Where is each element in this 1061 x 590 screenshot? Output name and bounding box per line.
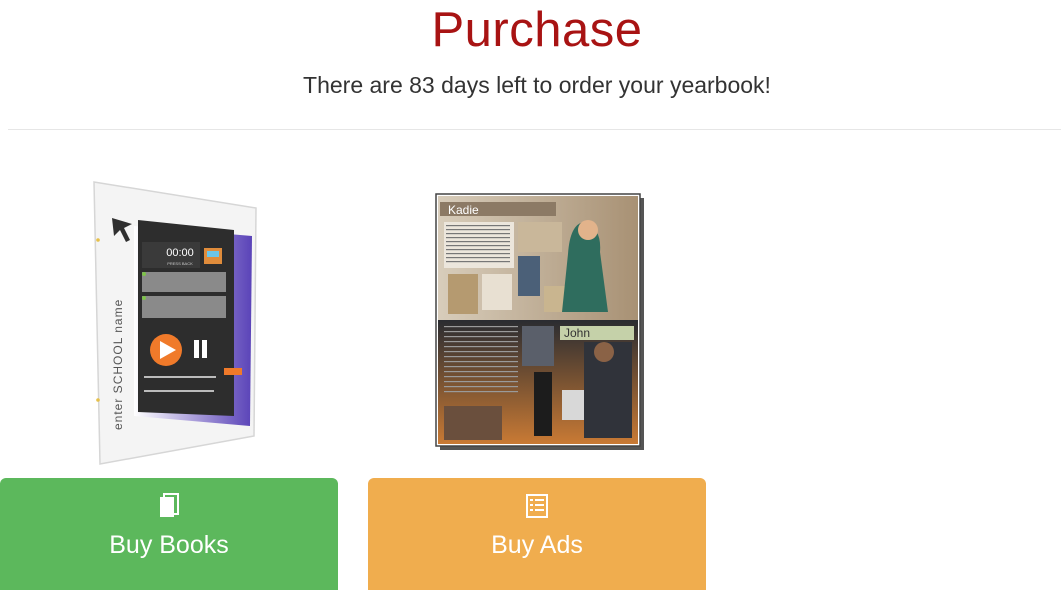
book-icon xyxy=(160,493,179,517)
list-icon xyxy=(526,494,548,518)
page-title: Purchase xyxy=(431,3,643,57)
buy-books-button[interactable]: Buy Books xyxy=(0,478,338,590)
buy-books-label: Buy Books xyxy=(109,531,229,559)
tablet-school-name: enter SCHOOL name xyxy=(111,299,125,430)
yearbook-tablet-image: 00:00 PRESS BACK enter SCHOOL name xyxy=(93,181,257,465)
tablet-clock-sub: PRESS BACK xyxy=(167,261,193,266)
ad-name-bottom: John xyxy=(564,326,590,340)
tablet-clock: 00:00 xyxy=(166,247,194,259)
days-left-message: There are 83 days left to order your yea… xyxy=(303,72,771,98)
header-divider xyxy=(8,129,1061,130)
yearbook-ad-page-image: Kadie John xyxy=(435,193,644,450)
buy-ads-label: Buy Ads xyxy=(491,531,583,559)
buy-ads-button[interactable]: Buy Ads xyxy=(368,478,706,590)
ad-name-top: Kadie xyxy=(448,203,479,217)
play-icon xyxy=(150,334,182,366)
